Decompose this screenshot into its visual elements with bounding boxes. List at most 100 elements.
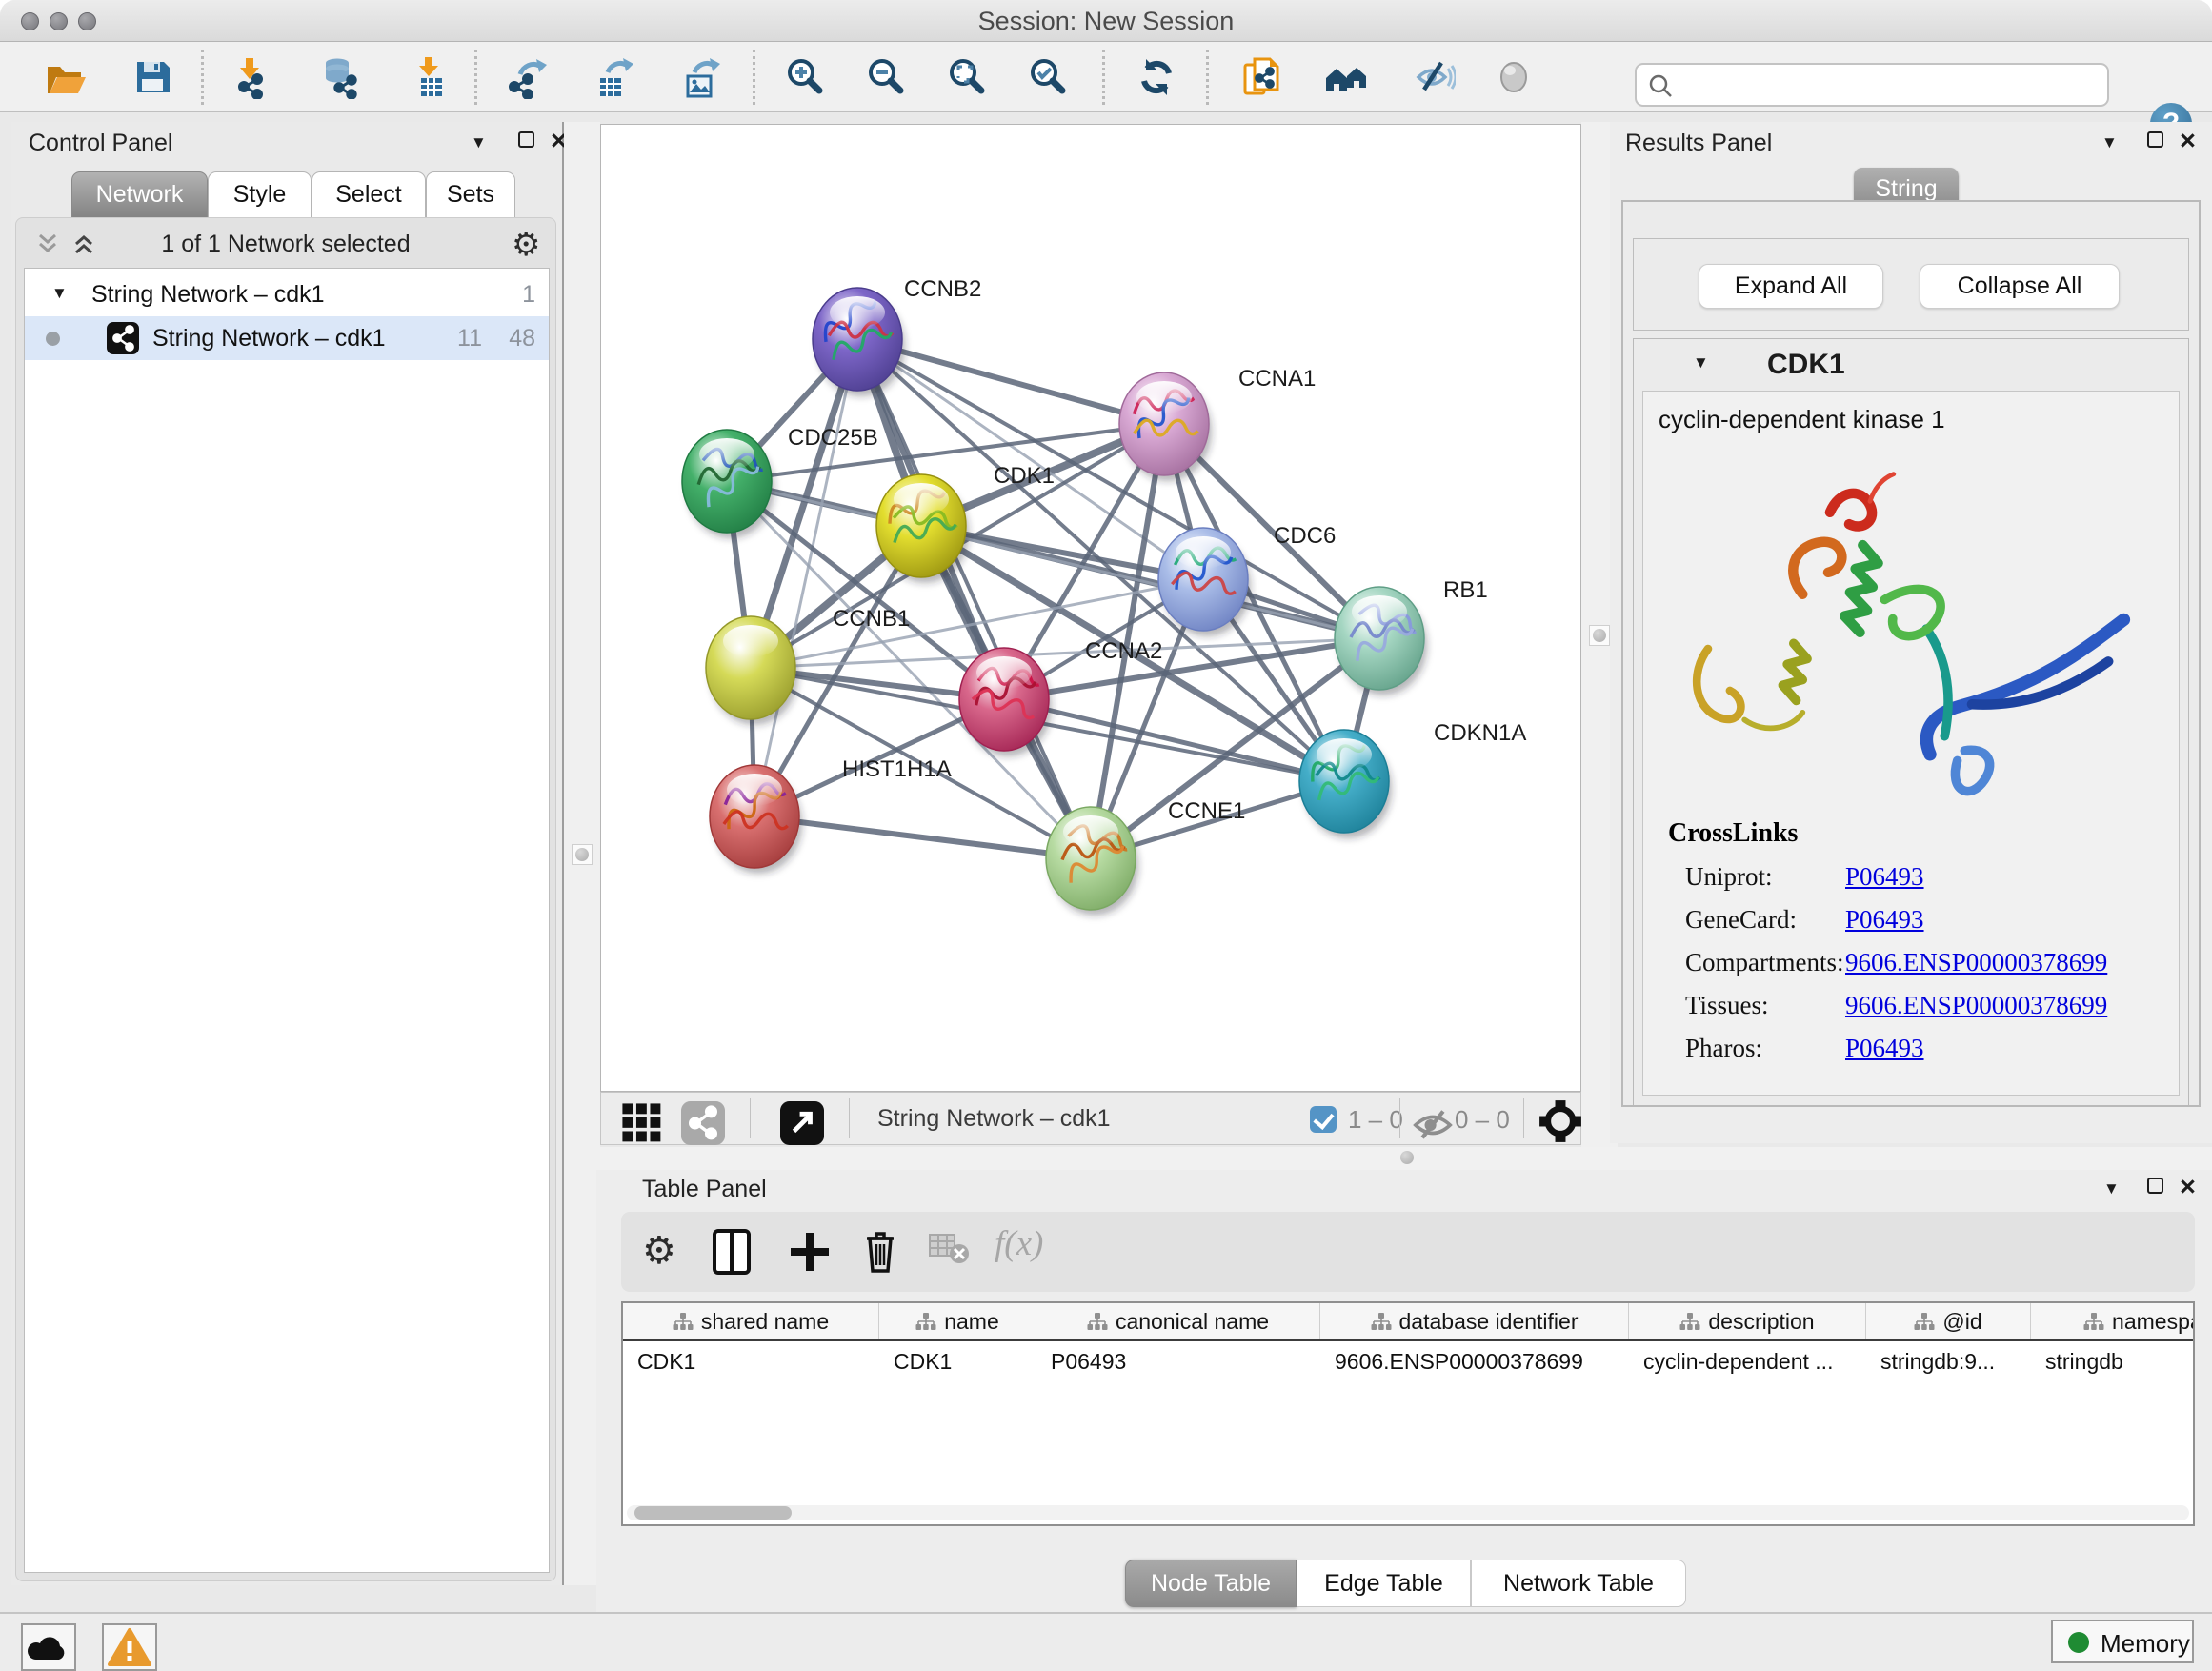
collection-expander-icon[interactable]: ▼ — [51, 284, 68, 303]
expand-all-button[interactable]: Expand All — [1699, 264, 1883, 309]
preview-sphere-icon[interactable] — [1493, 55, 1537, 99]
control-panel-menu-icon[interactable]: ▼ — [471, 133, 487, 152]
network-canvas[interactable]: CCNB2CCNA1CDC25BCDK1CDC6RB1CCNB1CCNA2CDK… — [600, 124, 1581, 1092]
open-in-window-icon[interactable] — [780, 1101, 816, 1137]
table-cell[interactable]: 9606.ENSP00000378699 — [1320, 1343, 1629, 1379]
export-image-icon[interactable] — [679, 55, 723, 99]
network-edge[interactable] — [754, 816, 1091, 858]
import-network-file-icon[interactable] — [228, 55, 271, 99]
gene-expander-icon[interactable]: ▼ — [1693, 353, 1709, 372]
show-columns-icon[interactable] — [713, 1229, 751, 1279]
tab-edge-table[interactable]: Edge Table — [1297, 1560, 1471, 1607]
import-network-database-icon[interactable] — [318, 55, 362, 99]
memory-button[interactable]: Memory — [2051, 1620, 2194, 1663]
node-label: RB1 — [1443, 577, 1488, 603]
table-row[interactable]: CDK1CDK1P064939606.ENSP00000378699cyclin… — [623, 1343, 2195, 1379]
network-from-selection-icon[interactable] — [1239, 55, 1283, 99]
results-panel-float-icon[interactable] — [2147, 131, 2163, 148]
table-options-gear-icon[interactable]: ⚙ — [642, 1229, 676, 1273]
network-badge-icon[interactable] — [681, 1101, 717, 1137]
scrollbar-thumb[interactable] — [634, 1506, 792, 1520]
network-node-CDK1[interactable]: CDK1 — [876, 463, 1055, 583]
network-node-CCNB2[interactable]: CCNB2 — [813, 276, 981, 396]
search-input[interactable] — [1686, 67, 2096, 103]
save-session-icon[interactable] — [131, 55, 174, 99]
table-panel-close-icon[interactable]: × — [2180, 1178, 2196, 1197]
warnings-button[interactable] — [102, 1623, 157, 1671]
tab-style[interactable]: Style — [208, 171, 312, 218]
left-splitter-handle[interactable] — [572, 844, 593, 865]
table-cell[interactable]: cyclin-dependent ... — [1629, 1343, 1866, 1379]
selected-checkbox-icon[interactable] — [1310, 1106, 1337, 1133]
zoom-out-icon[interactable] — [864, 55, 908, 99]
tab-node-table[interactable]: Node Table — [1125, 1560, 1297, 1607]
network-row[interactable]: String Network – cdk1 11 48 — [25, 316, 549, 360]
open-session-icon[interactable] — [43, 55, 87, 99]
zoom-in-icon[interactable] — [783, 55, 827, 99]
export-table-icon[interactable] — [593, 55, 636, 99]
column-header--id[interactable]: @id — [1866, 1303, 2031, 1339]
function-builder-icon[interactable]: f(x) — [995, 1223, 1043, 1264]
results-panel: Results Panel ▼ × String Expand All Coll… — [1610, 122, 2212, 1143]
table-cell[interactable]: stringdb:9... — [1866, 1343, 2031, 1379]
zoom-fit-icon[interactable] — [945, 55, 989, 99]
column-header-description[interactable]: description — [1629, 1303, 1866, 1339]
network-node-HIST1H1A[interactable]: HIST1H1A — [710, 756, 952, 874]
node-label: CCNB2 — [904, 276, 981, 302]
table-cell[interactable]: stringdb — [2031, 1343, 2195, 1379]
right-splitter-handle[interactable] — [1589, 625, 1610, 646]
horizontal-splitter[interactable] — [600, 1147, 2212, 1170]
zoom-selected-icon[interactable] — [1026, 55, 1070, 99]
tab-sets[interactable]: Sets — [426, 171, 515, 218]
hide-unhide-icon[interactable] — [1412, 55, 1456, 99]
delete-column-icon[interactable] — [861, 1229, 899, 1279]
network-edge[interactable] — [754, 339, 857, 816]
pan-crosshair-icon[interactable] — [1538, 1099, 1579, 1139]
grid-view-icon[interactable] — [620, 1101, 656, 1137]
export-network-icon[interactable] — [507, 55, 551, 99]
import-table-icon[interactable] — [407, 55, 451, 99]
crosslink-label: GeneCard: — [1668, 905, 1845, 935]
crosslink-link[interactable]: P06493 — [1845, 905, 1924, 934]
column-header-name[interactable]: name — [879, 1303, 1036, 1339]
network-collection-row[interactable]: ▼ String Network – cdk1 1 — [25, 272, 549, 316]
gene-section-header[interactable]: ▼ CDK1 — [1634, 339, 2188, 391]
crosslink-link[interactable]: 9606.ENSP00000378699 — [1845, 991, 2107, 1019]
table-cell[interactable]: CDK1 — [623, 1343, 879, 1379]
home-icon[interactable] — [1324, 55, 1368, 99]
column-header-shared-name[interactable]: shared name — [623, 1303, 879, 1339]
horizontal-splitter-handle[interactable] — [1398, 1149, 1416, 1166]
collapse-all-button[interactable]: Collapse All — [1920, 264, 2120, 309]
network-options-gear-icon[interactable]: ⚙ — [512, 226, 540, 264]
results-panel-close-icon[interactable]: × — [2180, 131, 2196, 151]
column-header-canonical-name[interactable]: canonical name — [1036, 1303, 1320, 1339]
network-node-RB1[interactable]: RB1 — [1335, 577, 1488, 695]
left-splitter[interactable] — [564, 122, 600, 1585]
delete-table-icon[interactable] — [928, 1229, 970, 1272]
control-panel-float-icon[interactable] — [518, 131, 534, 148]
crosslink-row: Compartments:9606.ENSP00000378699 — [1668, 948, 2165, 991]
main-toolbar: ? — [0, 42, 2212, 112]
table-cell[interactable]: P06493 — [1036, 1343, 1320, 1379]
tab-select[interactable]: Select — [312, 171, 426, 218]
crosslink-link[interactable]: 9606.ENSP00000378699 — [1845, 948, 2107, 976]
hidden-eye-icon[interactable] — [1411, 1103, 1447, 1136]
tab-network[interactable]: Network — [71, 171, 208, 218]
results-panel-menu-icon[interactable]: ▼ — [2101, 133, 2118, 152]
tab-network-table[interactable]: Network Table — [1471, 1560, 1686, 1607]
crosslink-link[interactable]: P06493 — [1845, 862, 1924, 891]
crosslink-link[interactable]: P06493 — [1845, 1034, 1924, 1062]
refresh-icon[interactable] — [1135, 55, 1178, 99]
table-panel-float-icon[interactable] — [2147, 1178, 2163, 1194]
column-header-database-identifier[interactable]: database identifier — [1320, 1303, 1629, 1339]
table-panel-menu-icon[interactable]: ▼ — [2103, 1179, 2120, 1198]
network-node-CCNA2[interactable]: CCNA2 — [959, 638, 1162, 756]
cloud-button[interactable] — [21, 1623, 76, 1671]
network-node-CCNA1[interactable]: CCNA1 — [1119, 366, 1316, 481]
add-column-icon[interactable] — [789, 1229, 831, 1279]
column-header-label: name — [944, 1309, 999, 1334]
table-cell[interactable]: CDK1 — [879, 1343, 1036, 1379]
table-horizontal-scrollbar[interactable] — [627, 1505, 2189, 1520]
column-header-namespace[interactable]: namespace — [2031, 1303, 2195, 1339]
network-node-CDKN1A[interactable]: CDKN1A — [1299, 720, 1526, 838]
